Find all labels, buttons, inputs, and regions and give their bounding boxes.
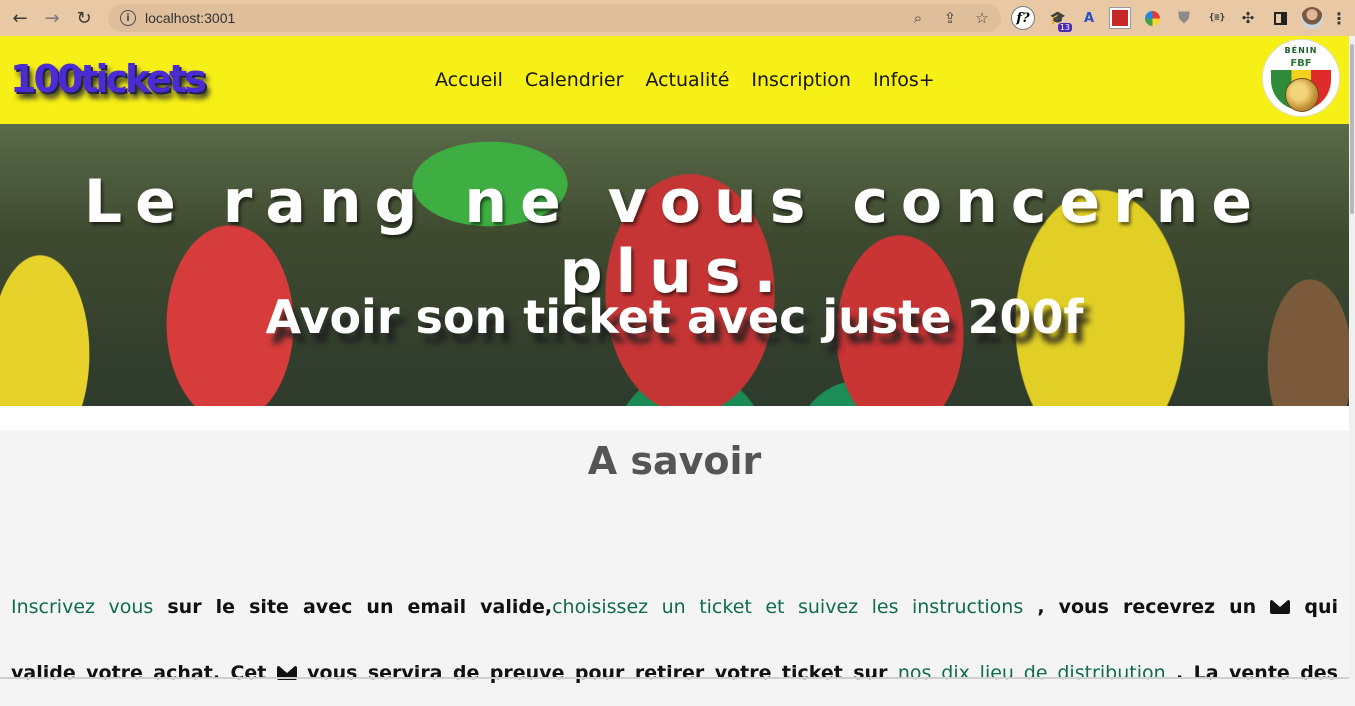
info-paragraph: Inscrivez vous sur le site avec un email…: [11, 574, 1338, 706]
url-text[interactable]: localhost:3001: [145, 10, 235, 26]
zoom-icon[interactable]: ⌕: [909, 9, 927, 27]
hero-banner: Le rang ne vous concerne plus. Avoir son…: [0, 124, 1349, 406]
hero-headline: Le rang ne vous concerne plus.: [83, 167, 1266, 307]
hero-subheadline: Avoir son ticket avec juste 200f: [265, 290, 1084, 344]
red-extension-icon[interactable]: [1109, 6, 1131, 30]
json-extension-icon[interactable]: {≡}: [1206, 6, 1228, 30]
crest-football-icon: [1285, 78, 1319, 112]
register-link[interactable]: Inscrivez vous: [11, 596, 153, 618]
para-text: . La vente des: [1165, 662, 1338, 684]
crest-country: BÉNIN: [1284, 46, 1318, 55]
f-ext-label: f?: [1016, 10, 1030, 26]
bookmark-star-icon[interactable]: ☆: [973, 9, 991, 27]
shield-extension-icon[interactable]: ⛊: [1174, 6, 1194, 30]
site-logo[interactable]: 100tickets: [10, 59, 207, 99]
nav-inscription[interactable]: Inscription: [751, 68, 851, 92]
extension-badge: 13: [1057, 23, 1072, 32]
paragraph-line-2: valide votre achat. Cet vous servira de …: [11, 640, 1338, 706]
section-divider: [0, 406, 1349, 430]
graduation-extension-icon[interactable]: 🎓 13: [1046, 6, 1072, 32]
choose-ticket-link[interactable]: choisissez un ticket et suivez les instr…: [552, 596, 1023, 618]
nav-actualite[interactable]: Actualité: [645, 68, 729, 92]
extensions-puzzle-icon[interactable]: ✣: [1238, 6, 1258, 30]
section-title: A savoir: [587, 439, 762, 483]
scrollbar-thumb[interactable]: [1350, 44, 1354, 214]
kebab-menu-icon[interactable]: ⋮: [1330, 6, 1348, 30]
reload-icon[interactable]: ↻: [70, 4, 98, 32]
profile-avatar[interactable]: [1301, 6, 1323, 30]
color-wheel-extension-icon[interactable]: [1142, 6, 1162, 30]
para-text: sur le site avec un email valide,: [153, 596, 553, 618]
translate-extension-icon[interactable]: A: [1078, 6, 1100, 30]
share-icon[interactable]: ⇪: [941, 9, 959, 27]
para-text: qui: [1290, 596, 1338, 618]
envelope-icon: [1270, 600, 1291, 614]
paragraph-line-1: Inscrivez vous sur le site avec un email…: [11, 574, 1338, 640]
nav-accueil[interactable]: Accueil: [435, 68, 503, 92]
para-text: valide votre achat. Cet: [11, 662, 277, 684]
formula-extension-icon[interactable]: f?: [1011, 6, 1035, 30]
side-panel-icon[interactable]: [1270, 6, 1290, 30]
back-arrow-icon[interactable]: ←: [6, 4, 34, 32]
para-text: , vous recevrez un: [1023, 596, 1271, 618]
para-text: vous servira de preuve pour retirer votr…: [296, 662, 898, 684]
browser-toolbar: ← → ↻ i localhost:3001 ⌕ ⇪ ☆ f? 🎓 13 A ⛊ …: [0, 0, 1355, 36]
fbf-crest-logo: BÉNIN FBF: [1262, 39, 1340, 117]
forward-arrow-icon[interactable]: →: [38, 4, 66, 32]
crest-federation: FBF: [1290, 58, 1312, 69]
nav-calendrier[interactable]: Calendrier: [525, 68, 624, 92]
nav-infos[interactable]: Infos+: [873, 68, 935, 92]
distribution-points-link[interactable]: nos dix lieu de distribution: [898, 662, 1166, 684]
site-info-icon[interactable]: i: [120, 10, 136, 26]
site-header: 100tickets Accueil Calendrier Actualité …: [0, 36, 1349, 124]
address-bar[interactable]: i localhost:3001 ⌕ ⇪ ☆: [108, 4, 1001, 32]
main-nav: Accueil Calendrier Actualité Inscription…: [435, 68, 935, 92]
json-ext-label: {≡}: [1208, 13, 1226, 23]
